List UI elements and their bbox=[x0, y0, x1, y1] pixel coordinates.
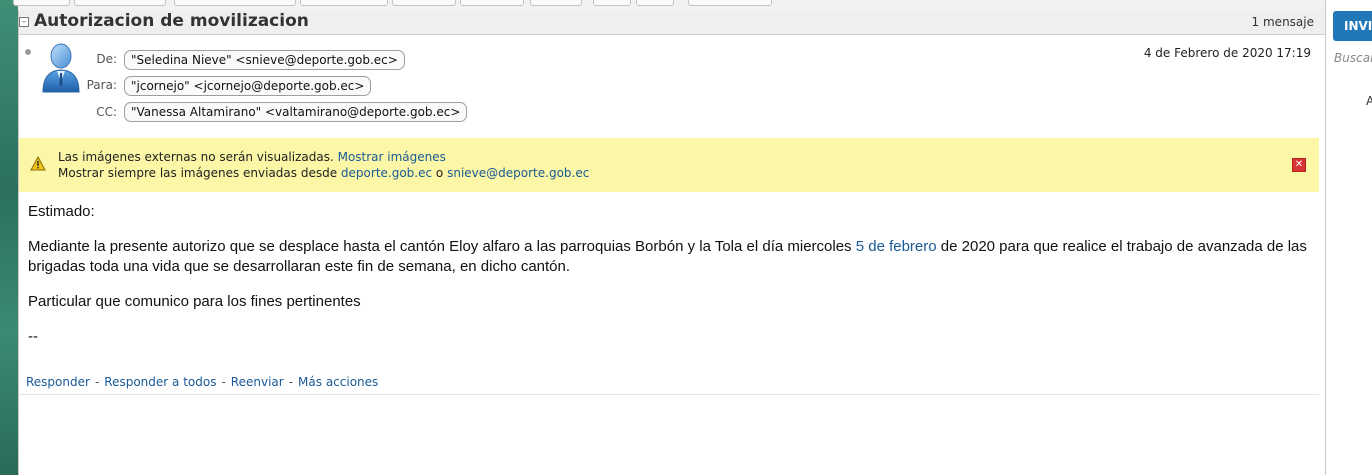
always-show-domain-link[interactable]: deporte.gob.ec bbox=[341, 166, 432, 180]
body-paragraph: Particular que comunico para los fines p… bbox=[28, 293, 361, 310]
action-separator: - bbox=[94, 375, 100, 389]
toolbar-button[interactable] bbox=[392, 0, 456, 6]
sidebar-letter: A bbox=[1366, 94, 1372, 108]
forward-link[interactable]: Reenviar bbox=[231, 375, 284, 389]
to-label: Para: bbox=[86, 78, 117, 92]
notice-text: Las imágenes externas no serán visualiza… bbox=[58, 150, 334, 164]
toolbar-button[interactable] bbox=[688, 0, 772, 6]
toolbar-button[interactable] bbox=[13, 0, 70, 6]
show-images-link[interactable]: Mostrar imágenes bbox=[338, 150, 446, 164]
body-text-segment: Mediante la presente autorizo que se des… bbox=[28, 238, 856, 255]
message-date: 4 de Febrero de 2020 17:19 bbox=[1143, 46, 1311, 60]
action-separator: - bbox=[288, 375, 294, 389]
notice-or-text: o bbox=[435, 166, 444, 180]
toolbar-button[interactable] bbox=[74, 0, 166, 6]
from-address[interactable]: "Seledina Nieve" <snieve@deporte.gob.ec> bbox=[124, 50, 405, 70]
message-actions: Responder - Responder a todos - Reenviar - Más… bbox=[26, 375, 378, 389]
toolbar-button[interactable] bbox=[636, 0, 674, 6]
collapse-toggle[interactable]: – bbox=[19, 17, 29, 27]
reply-all-link[interactable]: Responder a todos bbox=[104, 375, 216, 389]
thread-title: Autorizacion de movilizacion bbox=[34, 11, 309, 31]
right-sidebar bbox=[1325, 0, 1372, 475]
external-images-notice: Las imágenes externas no serán visualiza… bbox=[19, 138, 1319, 192]
warning-triangle-icon bbox=[30, 156, 46, 171]
desktop-background bbox=[0, 0, 18, 475]
search-hint[interactable]: Buscar bbox=[1334, 51, 1372, 65]
toolbar-button[interactable] bbox=[593, 0, 631, 6]
reply-link[interactable]: Responder bbox=[26, 375, 90, 389]
more-actions-link[interactable]: Más acciones bbox=[298, 375, 378, 389]
toolbar-button[interactable] bbox=[300, 0, 388, 6]
body-greeting: Estimado: bbox=[28, 203, 95, 220]
cc-address[interactable]: "Vanessa Altamirano" <valtamirano@deport… bbox=[124, 102, 468, 122]
action-separator: - bbox=[221, 375, 226, 389]
to-address[interactable]: "jcornejo" <jcornejo@deporte.gob.ec> bbox=[124, 76, 372, 96]
toolbar-button[interactable] bbox=[530, 0, 582, 6]
message-panel: – Autorizacion de movilizacion 1 mensaje… bbox=[18, 10, 1327, 475]
always-show-sender-link[interactable]: snieve@deporte.gob.ec bbox=[447, 166, 589, 180]
notice-line-1: Las imágenes externas no serán visualiza… bbox=[58, 150, 446, 164]
message-body: Estimado: Mediante la presente autorizo … bbox=[28, 202, 1308, 362]
close-icon[interactable]: ✕ bbox=[1292, 158, 1306, 172]
invite-button[interactable]: INVI bbox=[1333, 11, 1372, 41]
from-label: De: bbox=[96, 52, 117, 66]
notice-line-2: Mostrar siempre las imágenes enviadas de… bbox=[58, 166, 589, 180]
body-signature: -- bbox=[28, 328, 38, 345]
divider bbox=[19, 394, 1319, 395]
body-paragraph: Mediante la presente autorizo que se des… bbox=[28, 237, 1308, 277]
thread-header: – Autorizacion de movilizacion 1 mensaje bbox=[19, 10, 1326, 35]
toolbar-button[interactable] bbox=[460, 0, 524, 6]
cc-label: CC: bbox=[96, 105, 117, 119]
message-count: 1 mensaje bbox=[1251, 15, 1314, 29]
toolbar-button[interactable] bbox=[174, 0, 296, 6]
unread-dot-icon bbox=[25, 49, 31, 55]
toolbar-strip bbox=[13, 0, 1325, 10]
date-link[interactable]: 5 de febrero bbox=[856, 238, 937, 255]
notice-text: Mostrar siempre las imágenes enviadas de… bbox=[58, 166, 338, 180]
